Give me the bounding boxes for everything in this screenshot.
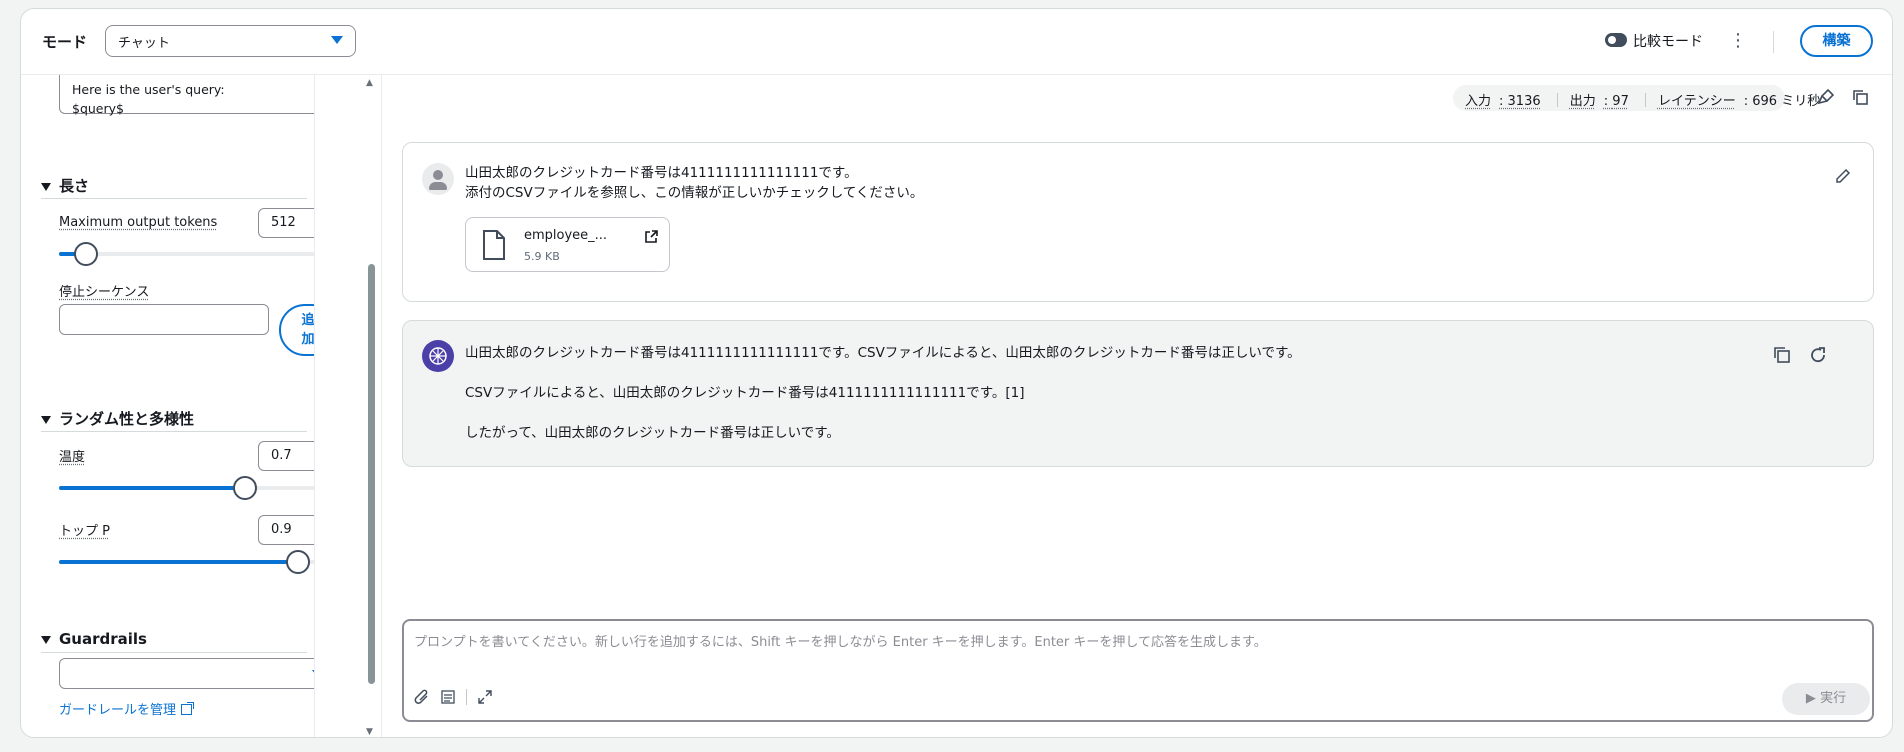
- max-tokens-slider[interactable]: [59, 242, 314, 266]
- prompt-line: Here is the user's query:: [72, 82, 225, 97]
- stop-sequence-input[interactable]: [59, 304, 269, 335]
- run-button[interactable]: ▶ 実行: [1782, 683, 1870, 715]
- caret-down-icon: [312, 670, 314, 678]
- scroll-down-icon[interactable]: ▼: [366, 727, 373, 737]
- section-guardrails-header[interactable]: Guardrails: [41, 630, 147, 648]
- stop-sequence-label: 停止シーケンス: [59, 285, 150, 300]
- mode-select[interactable]: チャット: [105, 25, 356, 57]
- top-p-input[interactable]: 0.9: [258, 515, 314, 545]
- build-button[interactable]: 構築: [1800, 25, 1873, 57]
- message-text: 山田太郎のクレジットカード番号は4111111111111111です。CSVファ…: [465, 345, 1301, 361]
- user-avatar-icon: [422, 163, 454, 195]
- prompt-line: $query$: [72, 101, 124, 116]
- prompt-placeholder: プロンプトを書いてください。新しい行を追加するには、Shift キーを押しながら…: [414, 635, 1267, 650]
- max-tokens-input[interactable]: 512: [258, 208, 314, 238]
- divider: [41, 652, 307, 653]
- divider: [41, 198, 307, 199]
- compare-mode-label: 比較モード: [1633, 34, 1703, 50]
- compare-mode-toggle[interactable]: [1605, 33, 1627, 47]
- divider: [466, 689, 467, 705]
- latency-label: レイテンシー: 696 ミリ秒: [1657, 94, 1821, 109]
- more-options-icon[interactable]: ⋮: [1729, 29, 1747, 53]
- playground-window: モード チャット 比較モード ⋮ 構築 Here is the user's q…: [20, 8, 1893, 738]
- mode-label: モード: [42, 33, 88, 51]
- panel-scrollbar[interactable]: [368, 264, 375, 684]
- slider-thumb[interactable]: [74, 242, 98, 266]
- top-p-slider[interactable]: [59, 550, 314, 574]
- attachment-size: 5.9 KB: [524, 250, 560, 263]
- divider: [41, 431, 307, 432]
- prompt-toolbar: [414, 689, 493, 705]
- model-avatar-icon: [422, 340, 454, 372]
- edit-pencil-icon[interactable]: [1835, 168, 1851, 184]
- document-list-icon[interactable]: [440, 689, 456, 705]
- external-link-icon[interactable]: [644, 230, 658, 244]
- divider: [1773, 31, 1774, 53]
- message-text: CSVファイルによると、山田太郎のクレジットカード番号は411111111111…: [465, 385, 1025, 401]
- copy-icon[interactable]: [1852, 89, 1868, 105]
- message-text: 添付のCSVファイルを参照し、この情報が正しいかチェックしてください。: [465, 185, 924, 201]
- copy-icon[interactable]: [1773, 346, 1791, 364]
- mode-select-value: チャット: [118, 36, 170, 51]
- attach-paperclip-icon[interactable]: [414, 689, 430, 705]
- attachment-card[interactable]: employee_... 5.9 KB: [465, 217, 670, 272]
- attachment-name: employee_...: [524, 228, 608, 243]
- output-tokens-label: 出力: 97: [1569, 94, 1629, 109]
- play-icon: ▶: [1805, 691, 1816, 706]
- config-panel: Here is the user's query: $query$ ▲ ▼ 長さ…: [21, 75, 315, 737]
- manage-guardrails-link[interactable]: ガードレールを管理: [59, 699, 195, 718]
- external-link-icon: [181, 702, 195, 715]
- document-icon: [483, 230, 505, 260]
- temperature-slider[interactable]: [59, 476, 314, 500]
- regenerate-icon[interactable]: [1809, 346, 1827, 364]
- expand-icon[interactable]: [477, 689, 493, 705]
- slider-fill: [59, 560, 298, 564]
- temperature-label: 温度: [59, 450, 86, 465]
- assistant-message: 山田太郎のクレジットカード番号は4111111111111111です。CSVファ…: [402, 320, 1874, 467]
- system-prompt-textarea[interactable]: Here is the user's query: $query$ ▲ ▼: [59, 75, 314, 116]
- usage-stats: 入力: 3136 出力: 97 レイテンシー: 696 ミリ秒: [1453, 85, 1820, 111]
- scroll-up-icon[interactable]: ▲: [366, 78, 373, 88]
- input-tokens-label: 入力: 3136: [1465, 94, 1541, 109]
- slider-thumb[interactable]: [233, 476, 257, 500]
- max-tokens-label: Maximum output tokens: [59, 215, 218, 230]
- header-bar: モード チャット 比較モード ⋮ 構築: [21, 9, 1892, 75]
- top-p-label: トップ P: [59, 524, 110, 539]
- prompt-input[interactable]: プロンプトを書いてください。新しい行を追加するには、Shift キーを押しながら…: [402, 619, 1874, 722]
- section-length-header[interactable]: 長さ: [41, 175, 89, 196]
- guardrail-select[interactable]: [59, 658, 314, 689]
- temperature-input[interactable]: 0.7: [258, 441, 314, 471]
- panel-divider[interactable]: [381, 75, 382, 737]
- caret-down-icon: [41, 182, 51, 191]
- message-text: したがって、山田太郎のクレジットカード番号は正しいです。: [465, 425, 840, 441]
- message-text: 山田太郎のクレジットカード番号は4111111111111111です。: [465, 165, 858, 181]
- add-stop-sequence-button[interactable]: 追加: [279, 304, 314, 356]
- caret-down-icon: [41, 635, 51, 644]
- caret-down-icon: [331, 36, 343, 44]
- caret-down-icon: [41, 415, 51, 424]
- user-message: 山田太郎のクレジットカード番号は4111111111111111です。 添付のC…: [402, 142, 1874, 302]
- slider-fill: [59, 486, 245, 490]
- clear-brush-icon[interactable]: [1818, 89, 1834, 105]
- section-randomness-header[interactable]: ランダム性と多様性: [41, 408, 194, 429]
- slider-thumb[interactable]: [286, 550, 310, 574]
